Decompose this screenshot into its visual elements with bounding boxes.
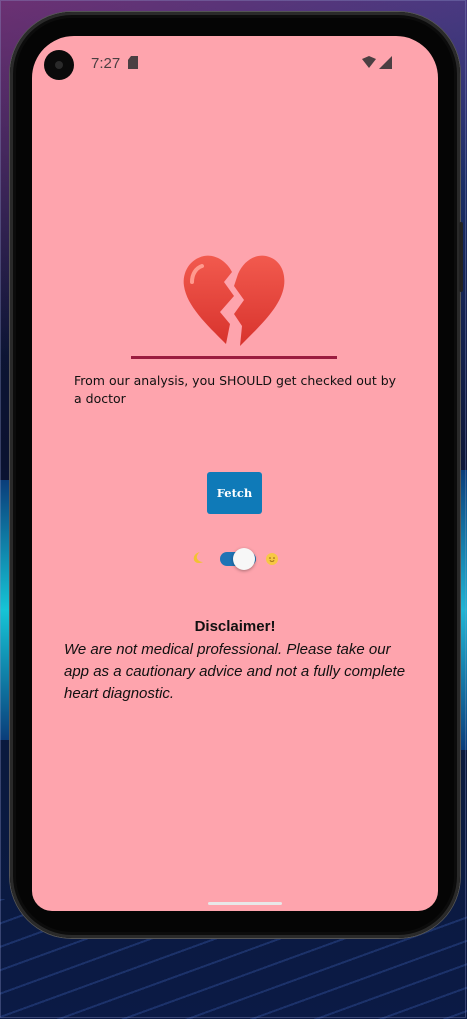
disclaimer-title: Disclaimer!: [194, 618, 276, 635]
broken-heart-icon: [183, 255, 285, 346]
theme-toggle-knob[interactable]: [233, 548, 255, 570]
home-indicator[interactable]: [208, 902, 282, 905]
signal-icon: [379, 56, 392, 69]
phone-side-button: [459, 222, 463, 292]
moon-icon: [193, 552, 203, 564]
phone-frame: 7:27 From our analysis, you SHOULD get c…: [10, 12, 463, 938]
sim-card-icon: [128, 56, 138, 69]
camera-icon: [44, 50, 74, 80]
fetch-button[interactable]: Fetch: [207, 472, 262, 514]
analysis-result-text: From our analysis, you SHOULD get checke…: [74, 373, 397, 406]
status-time: 7:27: [91, 55, 121, 72]
wifi-icon: [362, 56, 376, 68]
disclaimer-text: We are not medical professional. Please …: [64, 641, 406, 702]
app-screen: 7:27 From our analysis, you SHOULD get c…: [32, 36, 438, 911]
sun-icon: [266, 553, 278, 565]
result-divider: [131, 356, 337, 359]
